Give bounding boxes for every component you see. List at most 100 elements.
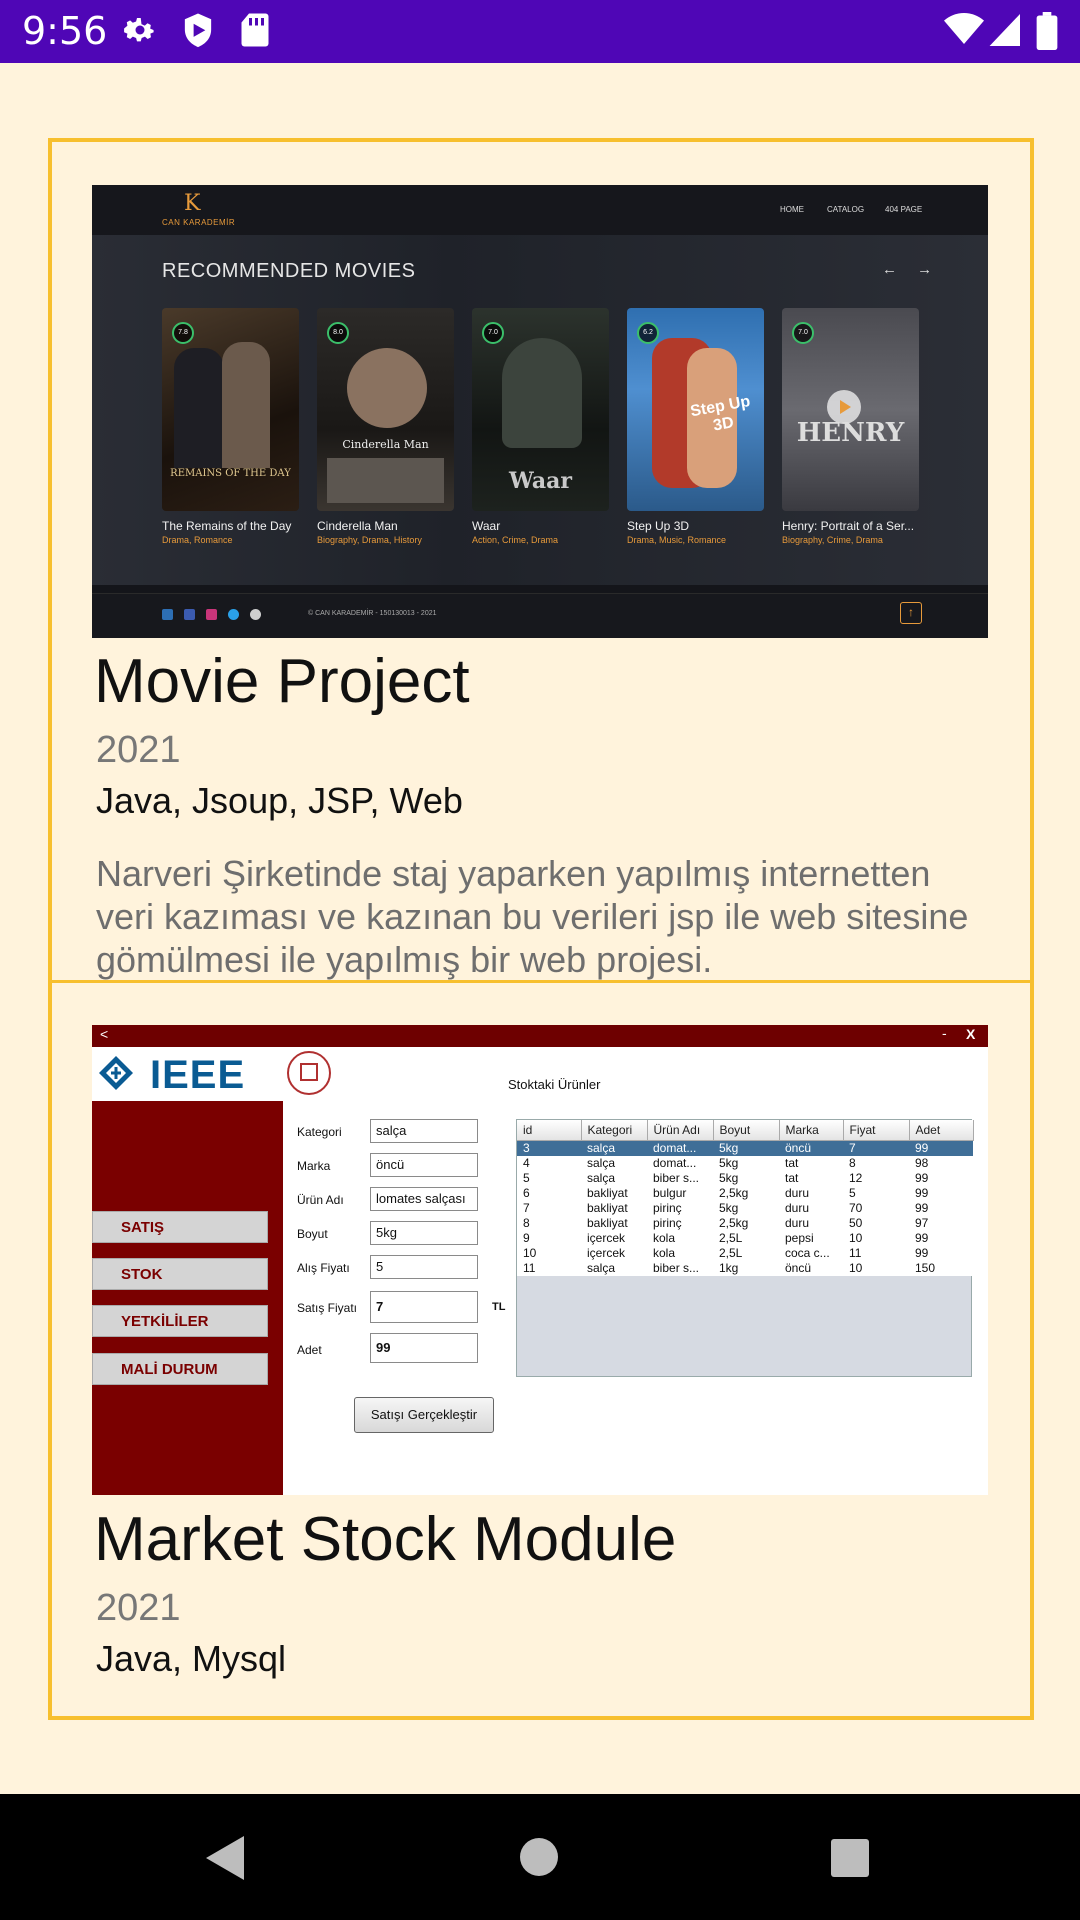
table-cell: 5	[843, 1185, 909, 1201]
menu-button-satis: SATIŞ	[92, 1211, 268, 1243]
sd-card-icon	[241, 13, 269, 47]
table-cell: 70	[843, 1200, 909, 1216]
back-nav-icon[interactable]	[202, 1834, 246, 1882]
table-cell: içercek	[581, 1230, 647, 1246]
ieee-logo-text: IEEE	[150, 1053, 246, 1097]
table-header-cell: Kategori	[581, 1120, 648, 1141]
field-label: Satış Fiyatı	[297, 1301, 358, 1315]
logo-area: IEEE	[92, 1047, 988, 1101]
table-header-cell: Marka	[779, 1120, 844, 1141]
menu-button-yetkililer: YETKİLİLER	[92, 1305, 268, 1337]
table-cell: 3	[517, 1140, 581, 1156]
market-project-screenshot: < - X IEEE Stoktaki Ürünler SATIŞ STOK Y…	[92, 1025, 988, 1495]
table-header-cell: Boyut	[713, 1120, 780, 1141]
field-value: 5kg	[370, 1221, 478, 1245]
field-value: 99	[370, 1333, 478, 1363]
table-cell: 6	[517, 1185, 581, 1201]
table-header-cell: Adet	[909, 1120, 974, 1141]
table-row: 10 içercek kola 2,5L coca c... 11 99	[517, 1245, 973, 1261]
table-cell: bakliyat	[581, 1215, 647, 1231]
minimize-icon: -	[942, 1025, 947, 1041]
status-bar: 9:56	[0, 0, 1080, 63]
ieee-logo-icon	[99, 1056, 133, 1090]
table-cell: tat	[779, 1155, 843, 1171]
field-value: lomates salçası	[370, 1187, 478, 1211]
table-row: 7 bakliyat pirinç 5kg duru 70 99	[517, 1200, 973, 1216]
project-card-market[interactable]: < - X IEEE Stoktaki Ürünler SATIŞ STOK Y…	[52, 142, 1030, 1716]
table-cell: 12	[843, 1170, 909, 1186]
table-cell: 5kg	[713, 1200, 779, 1216]
table-cell: 9	[517, 1230, 581, 1246]
table-cell: domat...	[647, 1155, 713, 1171]
table-cell: 8	[517, 1215, 581, 1231]
field-label: Kategori	[297, 1125, 342, 1139]
signal-icon	[989, 14, 1020, 46]
table-cell: coca c...	[779, 1245, 843, 1261]
stock-table: id Kategori Ürün Adı Boyut Marka Fiyat Adet 3s…	[516, 1119, 974, 1377]
wifi-icon	[944, 13, 984, 44]
table-cell: kola	[647, 1245, 713, 1261]
table-row: 9 içercek kola 2,5L pepsi 10 99	[517, 1230, 973, 1246]
table-cell: 2,5kg	[713, 1185, 779, 1201]
field-label: Ürün Adı	[297, 1193, 344, 1207]
project-list[interactable]: K CAN KARADEMİR HOME CATALOG 404 PAGE RE…	[48, 138, 1034, 1720]
battery-icon	[1036, 12, 1058, 50]
field-label: Marka	[297, 1159, 331, 1173]
table-row: 4 salça domat... 5kg tat 8 98	[517, 1155, 973, 1171]
table-cell: biber s...	[647, 1260, 713, 1276]
table-cell: 99	[909, 1200, 973, 1216]
field-value: 7	[370, 1291, 478, 1323]
navigation-bar	[0, 1794, 1080, 1920]
table-cell: salça	[581, 1260, 647, 1276]
table-cell: 99	[909, 1245, 973, 1261]
recents-nav-icon[interactable]	[830, 1838, 870, 1878]
table-cell: 2,5L	[713, 1230, 779, 1246]
currency-label: TL	[492, 1301, 506, 1313]
table-cell: 2,5kg	[713, 1215, 779, 1231]
table-cell: 4	[517, 1155, 581, 1171]
menu-button-stok: STOK	[92, 1258, 268, 1290]
play-protect-icon	[184, 13, 212, 48]
table-cell: 98	[909, 1155, 973, 1171]
table-row: 8 bakliyat pirinç 2,5kg duru 50 97	[517, 1215, 973, 1231]
back-icon: <	[100, 1026, 109, 1042]
home-nav-icon[interactable]	[518, 1836, 560, 1878]
settings-icon	[124, 18, 154, 42]
table-cell: 7	[843, 1140, 909, 1156]
table-cell: 97	[909, 1215, 973, 1231]
field-label: Adet	[297, 1343, 322, 1357]
status-time: 9:56	[22, 9, 108, 53]
field-label: Boyut	[297, 1227, 328, 1241]
field-value: 5	[370, 1255, 478, 1279]
table-row: 3 salça domat... 5kg öncü 7 99	[517, 1140, 973, 1156]
table-cell: 99	[909, 1230, 973, 1246]
menu-button-mali-durum: MALİ DURUM	[92, 1353, 268, 1385]
table-row: 6 bakliyat bulgur 2,5kg duru 5 99	[517, 1185, 973, 1201]
table-cell: bakliyat	[581, 1185, 647, 1201]
table-cell: duru	[779, 1215, 843, 1231]
table-cell: kola	[647, 1230, 713, 1246]
table-header-cell: id	[517, 1120, 582, 1141]
sell-button: Satışı Gerçekleştir	[354, 1397, 494, 1433]
table-cell: 10	[843, 1260, 909, 1276]
table-cell: içercek	[581, 1245, 647, 1261]
table-cell: 7	[517, 1200, 581, 1216]
table-cell: biber s...	[647, 1170, 713, 1186]
table-header-cell: Ürün Adı	[647, 1120, 714, 1141]
stock-table-title: Stoktaki Ürünler	[508, 1077, 601, 1092]
table-cell: 99	[909, 1185, 973, 1201]
table-cell: 2,5L	[713, 1245, 779, 1261]
table-cell: 99	[909, 1170, 973, 1186]
table-cell: duru	[779, 1185, 843, 1201]
table-cell: tat	[779, 1170, 843, 1186]
table-header-cell: Fiyat	[843, 1120, 910, 1141]
project-year: 2021	[96, 1587, 181, 1629]
table-cell: 50	[843, 1215, 909, 1231]
table-cell: 8	[843, 1155, 909, 1171]
university-seal-icon	[287, 1051, 331, 1095]
table-cell: 5kg	[713, 1170, 779, 1186]
table-cell: 5kg	[713, 1155, 779, 1171]
table-cell: domat...	[647, 1140, 713, 1156]
project-tech: Java, Mysql	[96, 1638, 287, 1679]
table-cell: bakliyat	[581, 1200, 647, 1216]
